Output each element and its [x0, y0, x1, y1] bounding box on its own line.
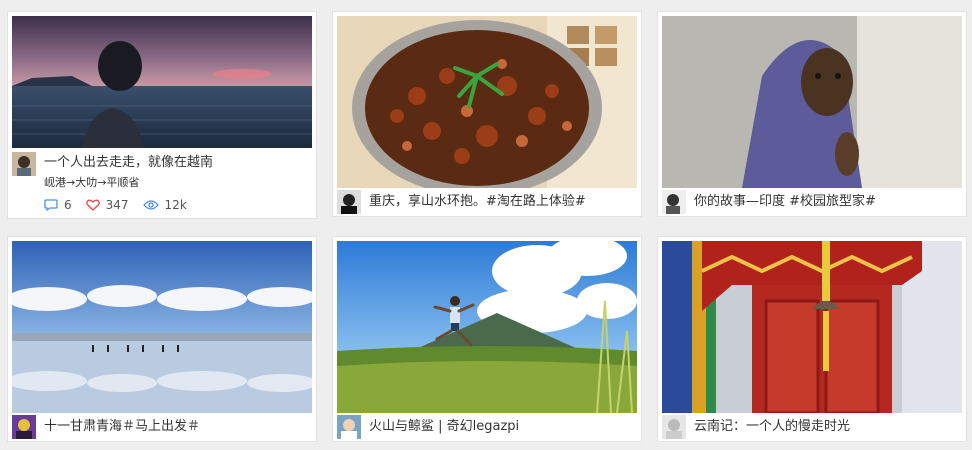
eye-icon: [142, 200, 159, 210]
post-title[interactable]: 你的故事—印度 #校园旅型家#: [694, 193, 962, 211]
post-photo[interactable]: [337, 241, 637, 413]
view-stat: 12k: [142, 198, 187, 212]
author-avatar[interactable]: [337, 415, 361, 439]
heart-icon: [85, 199, 100, 211]
post-card[interactable]: 一个人出去走走，就像在越南 岘港→大叻→平顺省 6 347 12k: [8, 12, 316, 218]
post-photo[interactable]: [662, 16, 962, 188]
comment-count: 6: [64, 198, 72, 212]
post-title[interactable]: 火山与鲸鲨 | 奇幻legazpi: [369, 418, 637, 436]
author-avatar[interactable]: [337, 190, 361, 214]
post-card[interactable]: 云南记：一个人的慢走时光: [658, 237, 966, 441]
post-card[interactable]: 你的故事—印度 #校园旅型家#: [658, 12, 966, 216]
post-title[interactable]: 十一甘肃青海＃马上出发＃: [44, 418, 312, 436]
post-route: 岘港→大叻→平顺省: [44, 176, 140, 189]
like-stat[interactable]: 347: [85, 198, 129, 212]
post-card[interactable]: 火山与鲸鲨 | 奇幻legazpi: [333, 237, 641, 441]
comment-icon: [44, 199, 58, 211]
author-avatar[interactable]: [662, 415, 686, 439]
post-photo[interactable]: [12, 16, 312, 148]
comment-stat[interactable]: 6: [44, 198, 72, 212]
author-avatar[interactable]: [12, 415, 36, 439]
post-title[interactable]: 一个人出去走走，就像在越南: [44, 154, 312, 172]
author-avatar[interactable]: [12, 152, 36, 176]
post-stats: 6 347 12k: [44, 198, 187, 212]
post-photo[interactable]: [662, 241, 962, 413]
post-title[interactable]: 云南记：一个人的慢走时光: [694, 418, 962, 436]
post-photo[interactable]: [337, 16, 637, 188]
view-count: 12k: [164, 198, 187, 212]
post-photo[interactable]: [12, 241, 312, 413]
post-card[interactable]: 十一甘肃青海＃马上出发＃: [8, 237, 316, 441]
post-card[interactable]: 重庆，享山水环抱。#淘在路上体验#: [333, 12, 641, 216]
author-avatar[interactable]: [662, 190, 686, 214]
post-title[interactable]: 重庆，享山水环抱。#淘在路上体验#: [369, 193, 637, 211]
like-count: 347: [105, 198, 129, 212]
